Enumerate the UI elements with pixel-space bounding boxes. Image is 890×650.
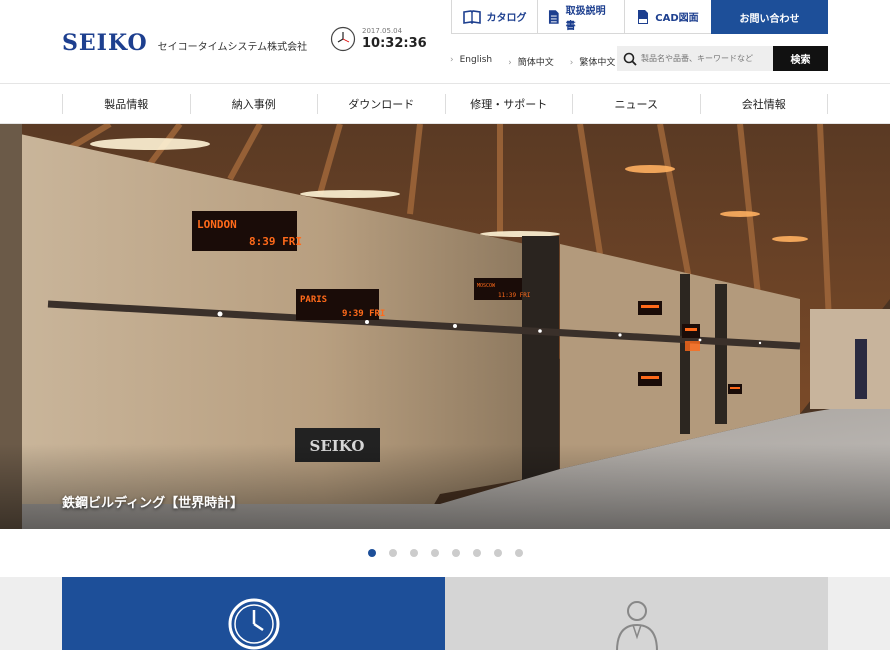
analog-clock-icon xyxy=(330,26,356,52)
carousel-dot[interactable] xyxy=(451,549,460,557)
lang-traditional-chinese[interactable]: 繁体中文 xyxy=(570,55,615,68)
catalog-book-icon xyxy=(462,9,481,24)
nav-company[interactable]: 会社情報 xyxy=(699,94,828,114)
search-input[interactable] xyxy=(641,54,766,63)
sign-city-paris: PARIS xyxy=(300,295,327,305)
site-search: 検索 xyxy=(617,46,828,71)
language-links: English 簡体中文 繁体中文 xyxy=(450,55,631,68)
carousel-dot[interactable] xyxy=(430,549,439,557)
cad-document-icon xyxy=(638,9,649,24)
clock-date: 2017.05.04 xyxy=(362,27,403,35)
search-button[interactable]: 検索 xyxy=(773,46,828,71)
site-logo[interactable]: SEIKO セイコータイムシステム株式会社 xyxy=(62,30,307,56)
manual-document-icon xyxy=(548,9,559,24)
manual-link[interactable]: 取扱説明書 xyxy=(537,0,624,34)
hero-caption[interactable]: 鉄鋼ビルディング【世界時計】 xyxy=(62,492,243,511)
utility-nav: カタログ 取扱説明書 CAD図面 お問い合わせ xyxy=(451,0,828,34)
seiko-wordmark: SEIKO xyxy=(62,30,148,56)
support-person-icon xyxy=(615,601,658,650)
site-header: SEIKO セイコータイムシステム株式会社 2017.05.04 10:32:3… xyxy=(0,0,890,84)
search-field xyxy=(617,46,773,71)
contact-button[interactable]: お問い合わせ xyxy=(711,0,828,34)
main-nav: 製品情報 納入事例 ダウンロード 修理・サポート ニュース 会社情報 xyxy=(0,84,890,124)
clock-icon xyxy=(228,598,279,650)
nav-news[interactable]: ニュース xyxy=(572,94,700,114)
sign-city-london: LONDON xyxy=(197,218,237,231)
feature-panel-support[interactable] xyxy=(445,577,828,650)
carousel-dot[interactable] xyxy=(472,549,481,557)
carousel-dot[interactable] xyxy=(514,549,523,557)
nav-repair-support[interactable]: 修理・サポート xyxy=(444,94,573,114)
carousel-dot[interactable] xyxy=(388,549,397,557)
catalog-link[interactable]: カタログ xyxy=(451,0,537,34)
sign-time-moscow: 11:39 FRI xyxy=(498,292,531,299)
hero-image: LONDON 8:39 FRI PARIS 9:39 FRI MOSCOW 11… xyxy=(0,124,890,529)
cad-link[interactable]: CAD図面 xyxy=(624,0,711,34)
header-clock: 2017.05.04 10:32:36 xyxy=(330,26,427,52)
sign-city-moscow: MOSCOW xyxy=(477,283,496,289)
company-name: セイコータイムシステム株式会社 xyxy=(157,41,308,53)
sign-time-london: 8:39 FRI xyxy=(249,235,302,248)
catalog-label: カタログ xyxy=(486,13,527,24)
nav-products[interactable]: 製品情報 xyxy=(62,94,190,114)
hero-slider[interactable]: LONDON 8:39 FRI PARIS 9:39 FRI MOSCOW 11… xyxy=(0,124,890,529)
carousel-dot[interactable] xyxy=(493,549,502,557)
nav-case-studies[interactable]: 納入事例 xyxy=(189,94,318,114)
feature-panel-clock[interactable] xyxy=(62,577,445,650)
manual-label: 取扱説明書 xyxy=(565,5,606,32)
carousel-dot[interactable] xyxy=(409,549,418,557)
feature-section xyxy=(0,577,890,650)
carousel-pagination xyxy=(0,529,890,577)
lang-english[interactable]: English xyxy=(450,55,493,68)
cad-label: CAD図面 xyxy=(655,13,699,24)
carousel-dot[interactable] xyxy=(367,549,376,557)
sign-time-paris: 9:39 FRI xyxy=(342,309,385,319)
search-icon xyxy=(623,52,637,66)
nav-downloads[interactable]: ダウンロード xyxy=(317,94,445,114)
lang-simplified-chinese[interactable]: 簡体中文 xyxy=(508,55,554,68)
clock-time: 10:32:36 xyxy=(362,36,427,51)
